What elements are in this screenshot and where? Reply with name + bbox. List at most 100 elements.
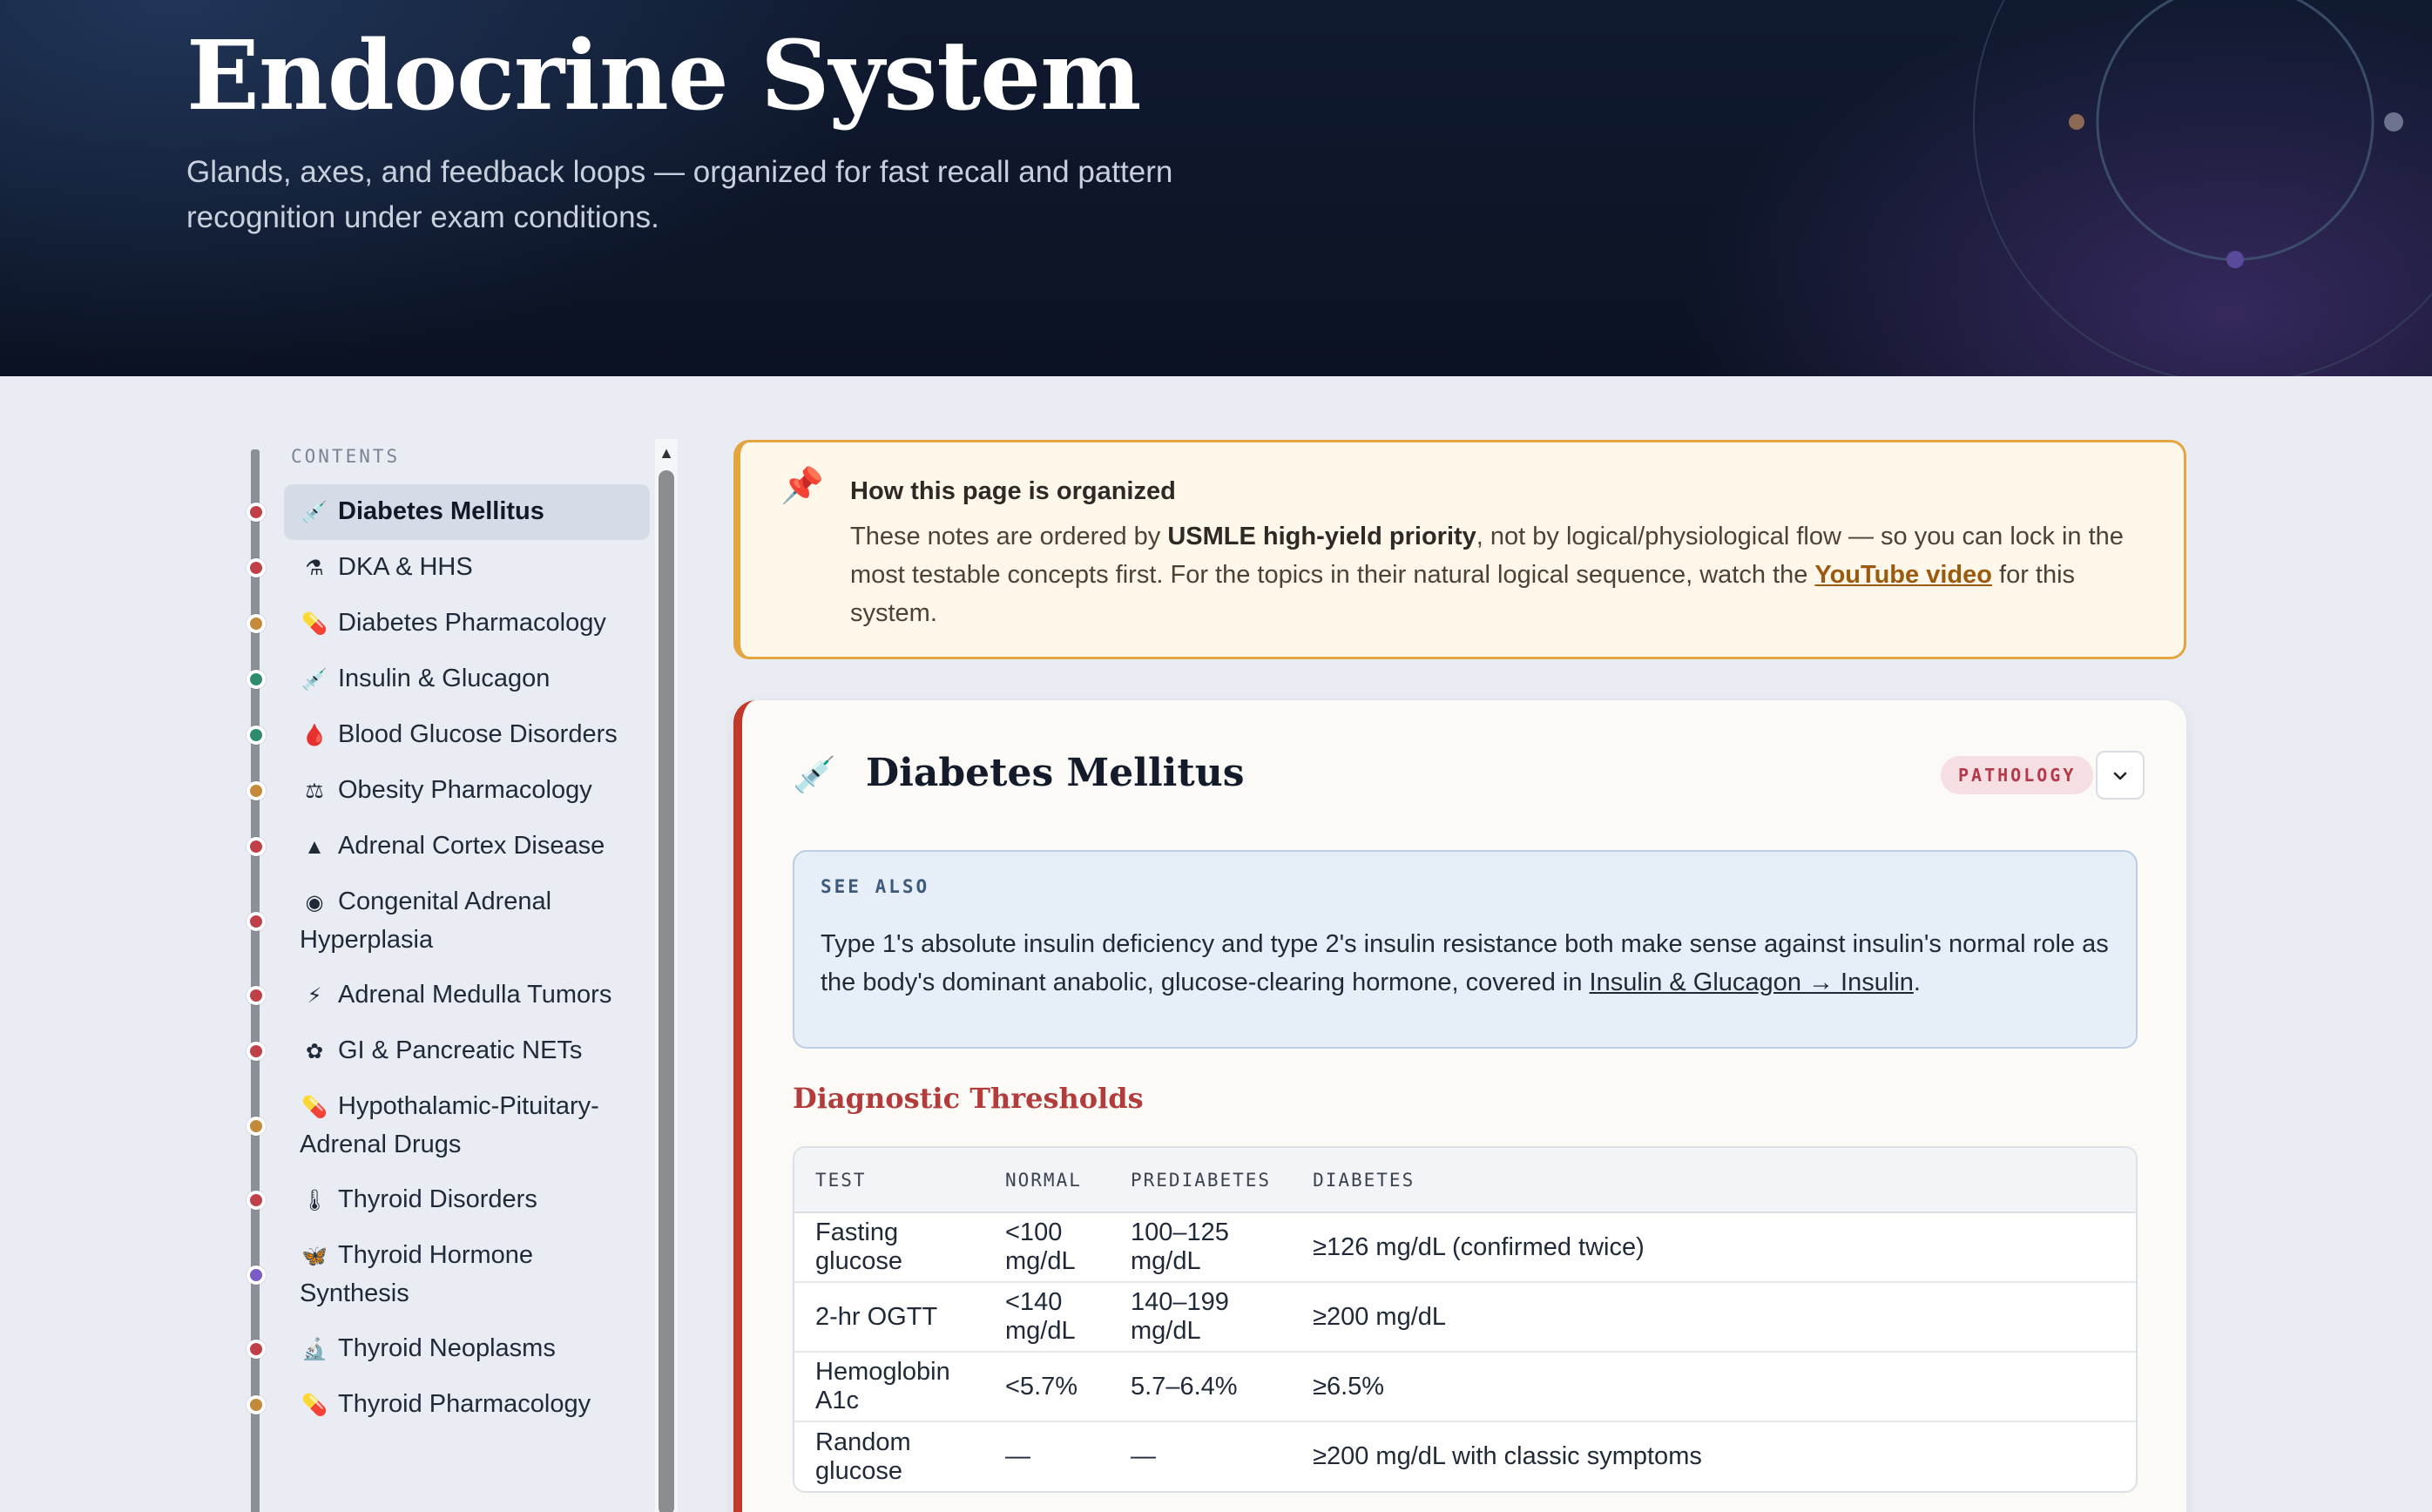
topic-card-diabetes-mellitus: 💉 Diabetes Mellitus PATHOLOGY SEE ALSO T… bbox=[733, 700, 2186, 1512]
diagnostic-thresholds-table: TEST NORMAL PREDIABETES DIABETES Fasting… bbox=[793, 1146, 2138, 1493]
syringe-icon: 💉 bbox=[301, 501, 328, 524]
table-cell: 2-hr OGTT bbox=[794, 1282, 984, 1353]
organization-callout: 📌 How this page is organized These notes… bbox=[733, 440, 2186, 659]
sidebar-item-label: Obesity Pharmacology bbox=[338, 776, 592, 804]
pill-icon: 💊 bbox=[301, 612, 328, 636]
table-cell: 5.7–6.4% bbox=[1110, 1352, 1293, 1422]
table-cell: <140 mg/dL bbox=[984, 1282, 1110, 1353]
status-dot bbox=[247, 670, 266, 689]
flask-icon: ⚗ bbox=[305, 557, 324, 580]
table-of-contents: CONTENTS 💉 Diabetes Mellitus ⚗ DKA & HHS 💊 Di… bbox=[247, 439, 678, 1512]
microscope-icon: 🔬 bbox=[301, 1338, 328, 1361]
lightning-icon: ⚡ bbox=[307, 984, 322, 1008]
collapse-toggle-button[interactable] bbox=[2096, 751, 2145, 800]
status-dot bbox=[247, 1340, 266, 1359]
triangle-icon: ▲ bbox=[304, 835, 325, 859]
sidebar-item[interactable]: ⚗ DKA & HHS bbox=[247, 540, 650, 596]
sidebar-item[interactable]: ▲ Adrenal Cortex Disease bbox=[247, 819, 650, 874]
see-also-text: . bbox=[1913, 969, 1921, 996]
table-cell: — bbox=[1005, 1442, 1030, 1470]
thermometer-icon: 🌡 bbox=[301, 1189, 328, 1212]
column-header: PREDIABETES bbox=[1110, 1148, 1293, 1213]
syringe-icon: 💉 bbox=[793, 756, 836, 794]
sidebar-item-label: Thyroid Disorders bbox=[338, 1185, 537, 1213]
butterfly-icon: 🦋 bbox=[301, 1245, 328, 1268]
sidebar-item[interactable]: 💊 Hypothalamic-Pituitary-Adrenal Drugs bbox=[247, 1079, 650, 1172]
sidebar-item[interactable]: 💉 Diabetes Mellitus bbox=[247, 484, 650, 540]
chevron-down-icon bbox=[2113, 772, 2127, 780]
table-row: Fasting glucose <100 mg/dL 100–125 mg/dL ≥1… bbox=[794, 1212, 2136, 1283]
sidebar-item-label: Thyroid Pharmacology bbox=[338, 1390, 591, 1418]
cells-icon: ✿ bbox=[305, 1040, 324, 1063]
table-row: 2-hr OGTT <140 mg/dL 140–199 mg/dL ≥200 mg/… bbox=[794, 1282, 2136, 1353]
sidebar-item-label: Adrenal Cortex Disease bbox=[338, 832, 605, 860]
topic-title: Diabetes Mellitus bbox=[866, 751, 1245, 795]
status-dot bbox=[247, 558, 266, 577]
page-subtitle: Glands, axes, and feedback loops — organ… bbox=[186, 155, 1173, 234]
sidebar-item[interactable]: 💉 Insulin & Glucagon bbox=[247, 651, 650, 707]
orbit-decoration bbox=[1973, 0, 2432, 376]
pill-icon: 💊 bbox=[301, 1394, 328, 1417]
table-cell: ≥126 mg/dL (confirmed twice) bbox=[1292, 1212, 2136, 1283]
callout-emphasis: USMLE high-yield priority bbox=[1167, 523, 1476, 550]
sidebar-item-label: GI & Pancreatic NETs bbox=[338, 1036, 583, 1064]
status-dot bbox=[247, 1395, 266, 1414]
callout-body: These notes are ordered by USMLE high-yi… bbox=[850, 517, 2157, 632]
status-dot bbox=[247, 1191, 266, 1210]
sidebar-item[interactable]: ◉ Congenital Adrenal Hyperplasia bbox=[247, 874, 650, 968]
sidebar-item-label: Diabetes Pharmacology bbox=[338, 609, 606, 637]
sidebar-item-label: Congenital Adrenal Hyperplasia bbox=[300, 888, 552, 954]
sidebar-item-label: Thyroid Neoplasms bbox=[338, 1334, 556, 1362]
table-cell: ≥6.5% bbox=[1292, 1352, 2136, 1422]
scrollbar-thumb[interactable] bbox=[659, 470, 674, 1512]
sidebar-item-label: Diabetes Mellitus bbox=[338, 497, 544, 525]
table-row: Random glucose — — ≥200 mg/dL with classic … bbox=[794, 1421, 2136, 1491]
pushpin-icon: 📌 bbox=[780, 467, 824, 505]
table-cell: ≥200 mg/dL with classic symptoms bbox=[1313, 1442, 1702, 1470]
status-dot bbox=[247, 837, 266, 856]
see-also-label: SEE ALSO bbox=[821, 876, 930, 897]
table-cell: Fasting glucose bbox=[794, 1212, 984, 1283]
sidebar-item[interactable]: 🌡 Thyroid Disorders bbox=[247, 1172, 650, 1228]
table-cell: ≥200 mg/dL bbox=[1292, 1282, 2136, 1353]
sidebar-item-label: Thyroid Hormone Synthesis bbox=[300, 1241, 534, 1307]
sidebar-item[interactable]: 💊 Thyroid Pharmacology bbox=[247, 1377, 650, 1433]
status-dot bbox=[247, 1042, 266, 1061]
sidebar-item[interactable]: ⚖ Obesity Pharmacology bbox=[247, 763, 650, 819]
category-badge: PATHOLOGY bbox=[1941, 756, 2094, 794]
syringe-icon: 💉 bbox=[301, 668, 328, 692]
status-dot bbox=[247, 726, 266, 745]
insulin-crossref-link[interactable]: Insulin & Glucagon → Insulin bbox=[1590, 969, 1914, 996]
sidebar-item[interactable]: ✿ GI & Pancreatic NETs bbox=[247, 1023, 650, 1079]
status-dot bbox=[247, 781, 266, 800]
sidebar-item-label: Insulin & Glucagon bbox=[338, 665, 551, 692]
sidebar-item[interactable]: 🦋 Thyroid Hormone Synthesis bbox=[247, 1228, 650, 1321]
status-dot bbox=[247, 614, 266, 633]
table-cell: <5.7% bbox=[984, 1352, 1110, 1422]
scales-icon: ⚖ bbox=[305, 780, 324, 803]
sidebar-item[interactable]: 🔬 Thyroid Neoplasms bbox=[247, 1321, 650, 1377]
pill-icon: 💊 bbox=[301, 1096, 328, 1119]
sidebar-item[interactable]: ⚡ Adrenal Medulla Tumors bbox=[247, 968, 650, 1023]
youtube-video-link[interactable]: YouTube video bbox=[1814, 561, 1992, 589]
status-dot bbox=[247, 1116, 266, 1136]
status-dot bbox=[247, 503, 266, 522]
table-cell: 140–199 mg/dL bbox=[1110, 1282, 1293, 1353]
sidebar-item[interactable]: 💊 Diabetes Pharmacology bbox=[247, 596, 650, 651]
scroll-up-arrow-icon[interactable]: ▲ bbox=[655, 442, 678, 463]
callout-text: These notes are ordered by bbox=[850, 523, 1168, 550]
table-cell: — bbox=[1131, 1442, 1156, 1470]
table-body: Fasting glucose <100 mg/dL 100–125 mg/dL ≥1… bbox=[794, 1212, 2136, 1491]
section-title: Diagnostic Thresholds bbox=[793, 1082, 1144, 1115]
table-cell: Hemoglobin A1c bbox=[794, 1352, 984, 1422]
status-dot bbox=[247, 911, 266, 931]
dna-icon: ◉ bbox=[305, 891, 324, 915]
sidebar-item[interactable]: 🩸 Blood Glucose Disorders bbox=[247, 707, 650, 763]
callout-title: How this page is organized bbox=[850, 477, 1176, 505]
hero-banner: Endocrine System Glands, axes, and feedb… bbox=[0, 0, 2432, 376]
contents-label: CONTENTS bbox=[291, 446, 401, 467]
table-cell: <100 mg/dL bbox=[984, 1212, 1110, 1283]
sidebar-item-label: Adrenal Medulla Tumors bbox=[338, 981, 612, 1009]
column-header: NORMAL bbox=[984, 1148, 1110, 1213]
table-cell: 100–125 mg/dL bbox=[1110, 1212, 1293, 1283]
